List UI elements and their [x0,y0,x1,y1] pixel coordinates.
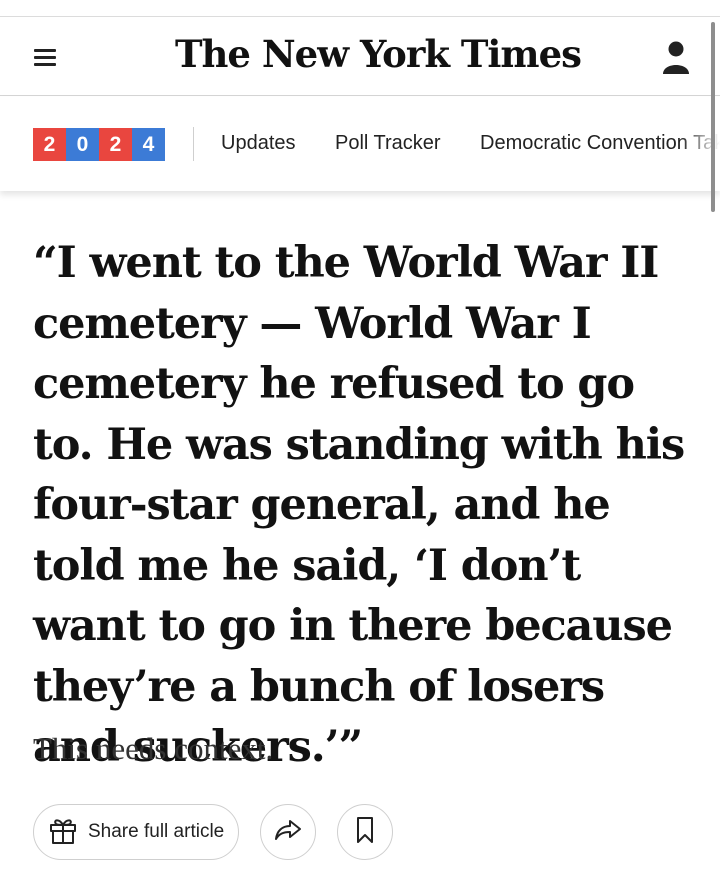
badge-digit: 0 [66,128,99,161]
nav-divider [193,127,194,161]
user-account-icon[interactable] [660,38,692,76]
nav-link-updates[interactable]: Updates [221,132,296,155]
article-headline: “I went to the World War II cemetery — W… [33,238,685,772]
gift-icon [48,815,78,850]
share-arrow-button[interactable] [260,804,316,860]
badge-digit: 4 [132,128,165,161]
badge-digit: 2 [99,128,132,161]
scrollbar[interactable] [711,22,715,212]
share-arrow-icon [273,817,303,848]
share-full-article-button[interactable]: Share full article [33,804,239,860]
share-button-label: Share full article [88,821,225,842]
status-strip [0,0,720,17]
nav-link-poll-tracker[interactable]: Poll Tracker [335,132,441,155]
article-summary: This needs context. [33,731,274,766]
section-nav: 2 0 2 4 Updates Poll Tracker Democratic … [0,97,720,191]
hamburger-menu-icon[interactable] [30,46,60,70]
bookmark-button[interactable] [337,804,393,860]
nyt-logo[interactable]: The New York Times [175,32,582,76]
bookmark-icon [354,816,376,849]
election-2024-badge[interactable]: 2 0 2 4 [33,128,165,161]
badge-digit: 2 [33,128,66,161]
masthead: The New York Times [0,18,720,96]
